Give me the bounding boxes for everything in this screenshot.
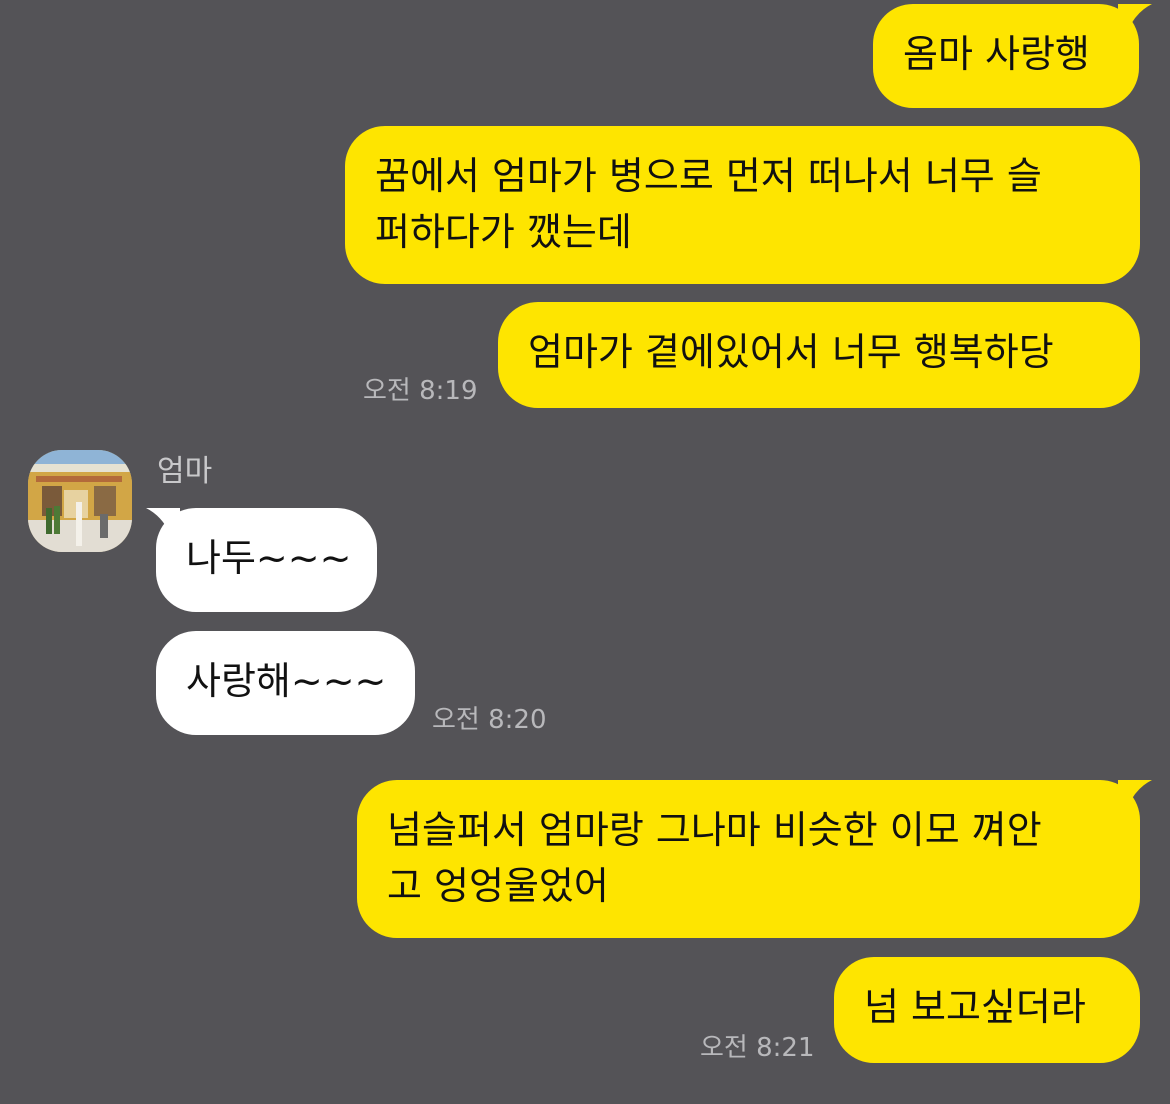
my-message-bubble[interactable]: 꿈에서 엄마가 병으로 먼저 떠나서 너무 슬 퍼하다가 깼는데 bbox=[345, 126, 1140, 284]
chat-screen: { "chat": { "messages": [ { "from": "me"… bbox=[0, 0, 1170, 1104]
message-text: 사랑해~~~ bbox=[186, 659, 387, 703]
bubble-tail bbox=[146, 508, 180, 534]
message-timestamp: 오전 8:20 bbox=[432, 705, 547, 735]
message-text: 엄마가 곁에있어서 너무 행복하당 bbox=[528, 330, 1054, 374]
message-text: 옴마 사랑행 bbox=[903, 32, 1090, 76]
message-timestamp: 오전 8:21 bbox=[700, 1033, 815, 1063]
their-message-bubble[interactable]: 사랑해~~~ bbox=[156, 631, 415, 735]
message-text-line: 퍼하다가 깼는데 bbox=[375, 210, 632, 254]
sender-name: 엄마 bbox=[157, 454, 213, 489]
bubble-tail bbox=[1118, 780, 1152, 806]
my-message-bubble[interactable]: 넘슬퍼서 엄마랑 그나마 비슷한 이모 껴안 고 엉엉울었어 bbox=[357, 780, 1140, 938]
sender-avatar[interactable] bbox=[28, 450, 132, 552]
bubble-tail bbox=[1118, 4, 1152, 30]
message-text-line: 고 엉엉울었어 bbox=[387, 864, 609, 908]
my-message-bubble[interactable]: 옴마 사랑행 bbox=[873, 4, 1139, 108]
message-text: 나두~~~ bbox=[186, 536, 352, 580]
message-timestamp: 오전 8:19 bbox=[363, 376, 478, 406]
avatar-photo-icon bbox=[28, 450, 132, 552]
their-message-bubble[interactable]: 나두~~~ bbox=[156, 508, 377, 612]
message-text-line: 꿈에서 엄마가 병으로 먼저 떠나서 너무 슬 bbox=[375, 154, 1042, 198]
my-message-bubble[interactable]: 넘 보고싶더라 bbox=[834, 957, 1140, 1063]
my-message-bubble[interactable]: 엄마가 곁에있어서 너무 행복하당 bbox=[498, 302, 1140, 408]
message-text: 넘 보고싶더라 bbox=[864, 985, 1086, 1029]
message-text-line: 넘슬퍼서 엄마랑 그나마 비슷한 이모 껴안 bbox=[387, 808, 1042, 852]
